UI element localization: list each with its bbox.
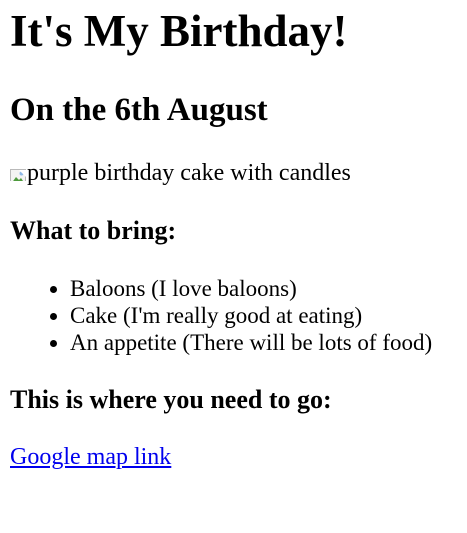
bring-list: Baloons (I love baloons) Cake (I'm reall… [0,275,432,356]
page-title: It's My Birthday! [10,6,348,56]
page: It's My Birthday! On the 6th August purp… [0,0,467,533]
list-item: An appetite (There will be lots of food) [70,329,432,356]
where-to-go-heading: This is where you need to go: [10,385,332,414]
date-heading: On the 6th August [10,92,268,128]
google-map-link[interactable]: Google map link [10,443,171,471]
image-alt-text: purple birthday cake with candles [27,159,351,186]
list-item: Cake (I'm really good at eating) [70,302,432,329]
what-to-bring-heading: What to bring: [10,216,177,245]
broken-image-icon [10,165,26,181]
list-item: Baloons (I love baloons) [70,275,432,302]
cake-image: purple birthday cake with candles [10,160,351,186]
